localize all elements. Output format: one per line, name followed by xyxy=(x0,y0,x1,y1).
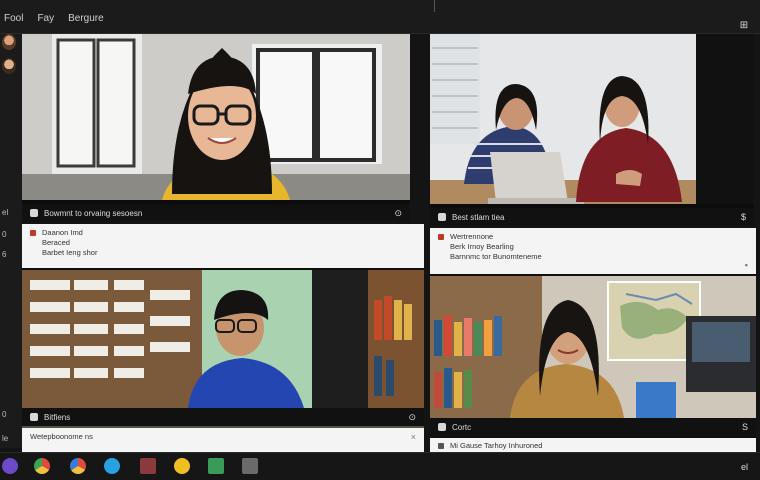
calendar-icon[interactable] xyxy=(242,458,258,474)
app-launcher-icon[interactable] xyxy=(2,458,18,474)
participant-scene xyxy=(22,270,424,408)
note-icon xyxy=(438,443,444,449)
note-line: Berk Irnoy Bearling xyxy=(450,242,514,251)
participant-rail: el 0 6 0 le xyxy=(0,34,22,448)
messenger-icon[interactable] xyxy=(104,458,120,474)
title-divider xyxy=(434,0,435,12)
chat-input[interactable]: Wetepboonome ns × xyxy=(22,428,424,452)
options-icon[interactable]: ⊙ xyxy=(408,412,416,423)
close-icon[interactable]: × xyxy=(411,432,416,442)
menu-item-view[interactable]: Fay xyxy=(37,13,54,24)
participant-name-bar: Bowmnt to orvaing sesoesn ⊙ xyxy=(22,204,410,222)
menu-item-file[interactable]: Fool xyxy=(4,13,23,24)
chat-note[interactable]: Wertrennone Berk Irnoy Bearling Barnnmc … xyxy=(430,228,756,274)
rail-label: le xyxy=(2,434,9,443)
rail-label: 6 xyxy=(2,250,7,259)
participant-scene xyxy=(430,276,756,418)
chat-input-text: Wetepboonome ns xyxy=(30,432,93,441)
participant-video xyxy=(430,34,754,204)
browser-icon[interactable] xyxy=(34,458,50,474)
note-icon xyxy=(438,234,444,240)
mic-icon[interactable] xyxy=(438,423,446,431)
participant-video xyxy=(22,34,410,200)
participant-name: Cortc xyxy=(452,422,472,432)
chrome-icon[interactable] xyxy=(70,458,86,474)
options-icon[interactable]: S xyxy=(742,422,748,432)
participant-video xyxy=(22,270,424,428)
menu-item-settings[interactable]: Bergure xyxy=(68,13,104,24)
note-line: Barbet Ieng shor xyxy=(42,248,98,257)
note-line: Beraced xyxy=(42,238,70,247)
video-tile[interactable]: Best stlam tiea $ xyxy=(430,34,754,226)
video-tile[interactable]: Bowmnt to orvaing sesoesn ⊙ xyxy=(22,34,410,222)
mic-icon[interactable] xyxy=(30,209,38,217)
note-line: Barnnmc tor Bunomteneme xyxy=(450,252,542,261)
participant-name-bar: Best stlam tiea $ xyxy=(430,208,754,226)
taskbar: el xyxy=(0,452,760,480)
menu-bar: Fool Fay Bergure xyxy=(4,13,104,24)
panel-icon[interactable]: ⊞ xyxy=(738,20,750,32)
video-tile[interactable]: Daanon Imd Beraced Barbet Ieng shor Bitf… xyxy=(22,224,424,452)
participant-name-bar: Cortc S xyxy=(430,418,756,436)
participant-name-bar: Bitfiens ⊙ xyxy=(22,408,424,426)
participant-name: Bowmnt to orvaing sesoesn xyxy=(44,208,143,218)
system-tray[interactable]: el xyxy=(741,462,748,472)
note-line: Wertrennone xyxy=(450,232,494,241)
photos-icon[interactable] xyxy=(208,458,224,474)
close-icon[interactable]: ▪ xyxy=(745,260,748,270)
avatar[interactable] xyxy=(2,58,16,74)
chat-input-text: Mi Gause Tarhoy Inhuroned xyxy=(450,441,543,450)
participant-name: Best stlam tiea xyxy=(452,212,505,222)
participant-video xyxy=(430,276,756,426)
rail-label: 0 xyxy=(2,410,7,419)
title-bar: Fool Fay Bergure ⊞ xyxy=(0,0,760,34)
participant-scene xyxy=(22,34,410,200)
rail-label: 0 xyxy=(2,230,7,239)
chat-note[interactable]: Daanon Imd Beraced Barbet Ieng shor xyxy=(22,224,424,268)
mic-icon[interactable] xyxy=(30,413,38,421)
video-tile[interactable]: Wertrennone Berk Irnoy Bearling Barnnmc … xyxy=(430,228,756,454)
participant-scene xyxy=(430,34,754,204)
files-icon[interactable] xyxy=(140,458,156,474)
options-icon[interactable]: ⊙ xyxy=(394,208,402,219)
avatar[interactable] xyxy=(2,34,16,50)
rail-label: el xyxy=(2,208,9,217)
mic-icon[interactable] xyxy=(438,213,446,221)
options-icon[interactable]: $ xyxy=(741,212,746,222)
participant-name: Bitfiens xyxy=(44,412,71,422)
notes-icon[interactable] xyxy=(174,458,190,474)
note-icon xyxy=(30,230,36,236)
note-line: Daanon Imd xyxy=(42,228,83,237)
